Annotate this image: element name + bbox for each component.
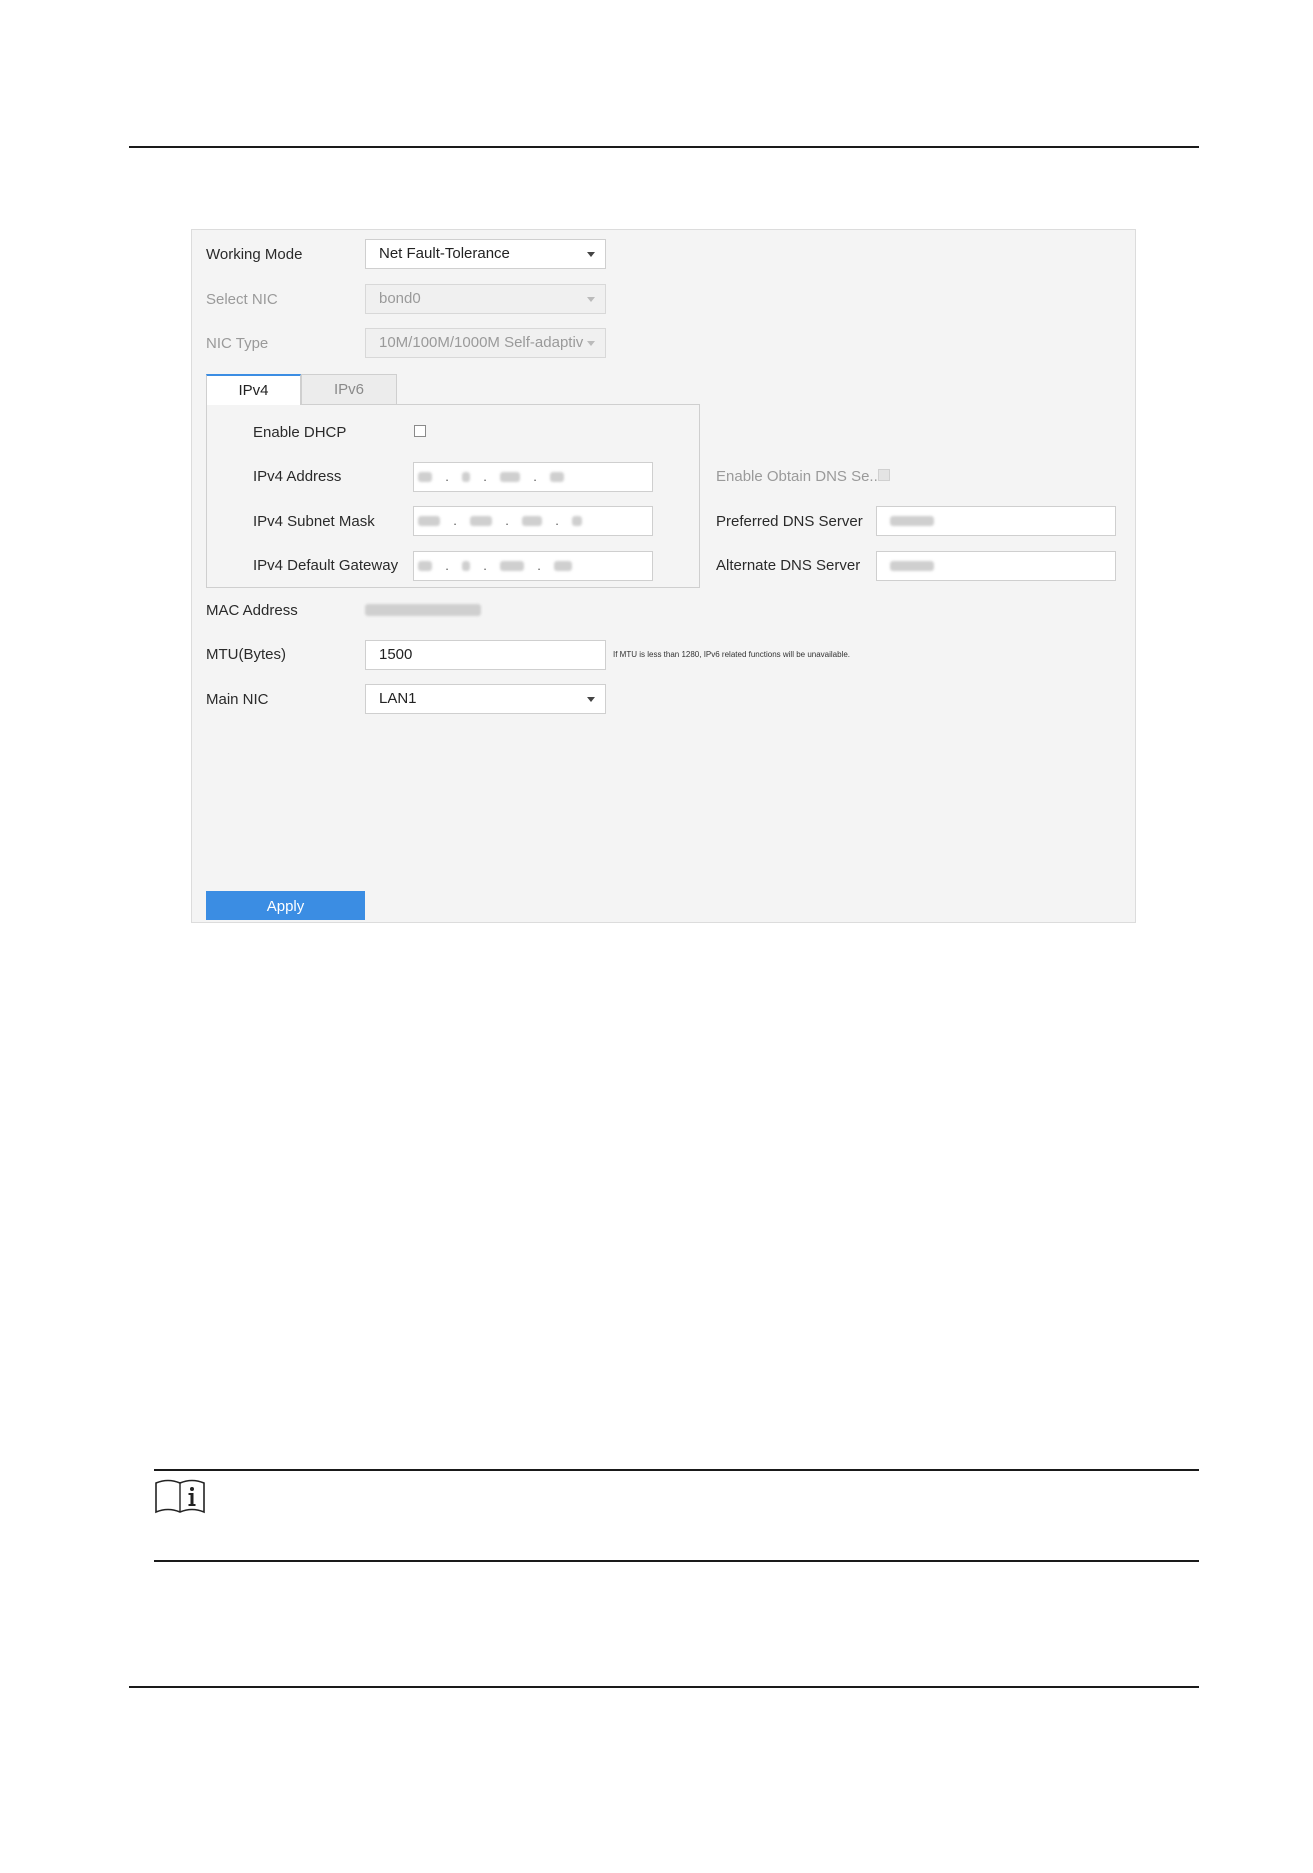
main-nic-value: LAN1 [379,690,417,707]
ipv4-default-gateway-label: IPv4 Default Gateway [253,557,399,574]
ip-octet [550,472,564,483]
working-mode-dropdown[interactable]: Net Fault-Tolerance [365,239,606,269]
ip-octet [418,516,440,527]
alternate-dns-input[interactable] [876,551,1116,581]
main-nic-dropdown[interactable]: LAN1 [365,684,606,714]
ip-dot: . [483,558,487,573]
ipv4-address-input[interactable]: ... [413,462,653,492]
note-book-info-icon [155,1479,205,1514]
enable-dhcp-checkbox[interactable] [414,425,426,437]
ip-octet [462,472,470,483]
page-header-rule [129,146,1199,148]
working-mode-value: Net Fault-Tolerance [379,245,510,262]
ip-dot: . [453,513,457,528]
caret-down-icon [587,297,595,302]
mtu-input[interactable]: 1500 [365,640,606,670]
ip-dot: . [445,558,449,573]
tab-ipv4[interactable]: IPv4 [206,374,301,405]
nic-type-label: NIC Type [206,335,269,352]
dns-value-redacted [890,516,934,527]
page-footer-rule [129,1686,1199,1688]
ip-octet [554,561,572,572]
ip-dot: . [555,513,559,528]
ip-octet [418,472,432,483]
select-nic-label: Select NIC [206,291,278,308]
mac-address-value-redacted [365,604,481,616]
ip-dot: . [483,469,487,484]
enable-obtain-dns-checkbox [878,469,890,481]
preferred-dns-label: Preferred DNS Server [716,513,863,530]
mtu-hint: If MTU is less than 1280, IPv6 related f… [613,650,851,659]
select-nic-value: bond0 [379,290,421,307]
apply-button[interactable]: Apply [206,891,365,920]
alternate-dns-label: Alternate DNS Server [716,557,861,574]
tab-ipv6[interactable]: IPv6 [301,374,397,405]
note-bottom-rule [154,1560,1199,1562]
ipv4-address-label: IPv4 Address [253,468,342,485]
ip-octet [522,516,542,527]
ip-octet [470,516,492,527]
mtu-label: MTU(Bytes) [206,646,286,663]
ip-octet [500,472,520,483]
nic-type-dropdown: 10M/100M/1000M Self-adaptiv [365,328,606,358]
nic-type-value: 10M/100M/1000M Self-adaptiv [379,334,584,351]
ip-octet [462,561,470,572]
caret-down-icon [587,697,595,702]
working-mode-label: Working Mode [206,246,303,263]
main-nic-label: Main NIC [206,691,269,708]
note-top-rule [154,1469,1199,1471]
enable-dhcp-label: Enable DHCP [253,424,347,441]
ip-octet [572,516,582,527]
mac-address-label: MAC Address [206,602,298,619]
ipv4-subnet-mask-label: IPv4 Subnet Mask [253,513,375,530]
select-nic-dropdown: bond0 [365,284,606,314]
caret-down-icon [587,341,595,346]
ip-dot: . [445,469,449,484]
caret-down-icon [587,252,595,257]
ipv4-default-gateway-input[interactable]: ... [413,551,653,581]
enable-obtain-dns-label: Enable Obtain DNS Se... [716,468,882,485]
preferred-dns-input[interactable] [876,506,1116,536]
ip-dot: . [505,513,509,528]
ip-octet [500,561,524,572]
ip-octet [418,561,432,572]
ip-dot: . [537,558,541,573]
dns-value-redacted [890,561,934,572]
ipv4-subnet-mask-input[interactable]: ... [413,506,653,536]
ip-dot: . [533,469,537,484]
